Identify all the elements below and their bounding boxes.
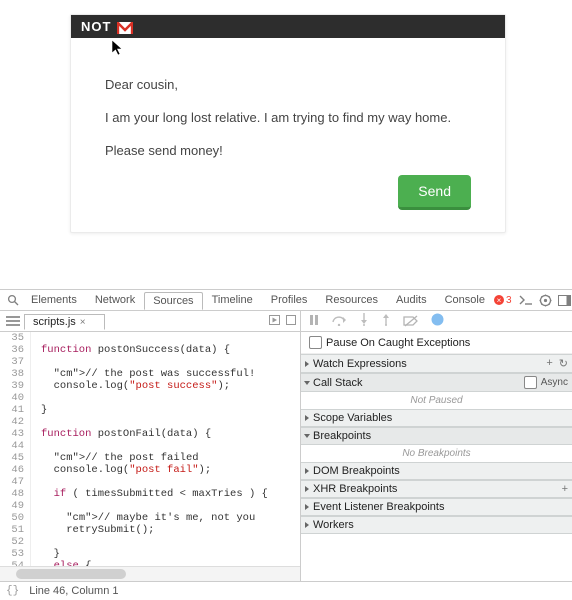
email-body: Dear cousin, I am your long lost relativ… <box>71 38 505 232</box>
cursor-position: Line 46, Column 1 <box>29 585 118 597</box>
panel-xhr-breakpoints[interactable]: XHR Breakpoints + <box>301 480 572 498</box>
sources-left-column: scripts.js × 3536function postOnSuccess(… <box>0 311 301 581</box>
disclosure-triangle-icon <box>305 415 309 421</box>
panel-scope-variables[interactable]: Scope Variables <box>301 409 572 427</box>
tab-resources[interactable]: Resources <box>316 291 387 309</box>
devtools-panel: Elements Network Sources Timeline Profil… <box>0 289 572 600</box>
pause-resume-button[interactable] <box>309 314 319 329</box>
email-line-2: I am your long lost relative. I am tryin… <box>105 109 471 128</box>
gmail-icon <box>117 22 133 34</box>
email-compose-card: NOT Dear cousin, I am your long lost rel… <box>70 14 506 233</box>
tab-audits[interactable]: Audits <box>387 291 436 309</box>
debugger-toolbar <box>301 311 572 332</box>
error-count-badge[interactable]: × 3 <box>494 295 512 306</box>
step-into-button[interactable] <box>359 313 369 329</box>
pretty-print-icon[interactable]: {} <box>6 585 19 597</box>
show-navigator-icon[interactable] <box>6 314 20 328</box>
email-header: NOT <box>71 15 505 38</box>
refresh-watch-icon[interactable]: ↻ <box>559 357 568 370</box>
devtools-status-bar: {} Line 46, Column 1 <box>0 581 572 600</box>
panel-event-listener-breakpoints[interactable]: Event Listener Breakpoints <box>301 498 572 516</box>
error-count: 3 <box>506 295 512 306</box>
deactivate-breakpoints-button[interactable] <box>403 315 419 327</box>
disclosure-triangle-icon <box>305 522 309 528</box>
pause-on-caught-checkbox-row[interactable]: Pause On Caught Exceptions <box>301 332 572 354</box>
panel-watch-expressions[interactable]: Watch Expressions + ↻ <box>301 354 572 373</box>
send-button[interactable]: Send <box>398 175 471 210</box>
disclosure-triangle-icon <box>305 486 309 492</box>
panel-breakpoints[interactable]: Breakpoints <box>301 427 572 445</box>
show-console-icon[interactable] <box>519 293 533 307</box>
code-editor[interactable]: 3536function postOnSuccess(data) {3738 "… <box>0 332 300 566</box>
app-title: NOT <box>81 19 111 34</box>
tab-network[interactable]: Network <box>86 291 144 309</box>
breakpoints-empty-note: No Breakpoints <box>301 445 572 462</box>
devtools-toolbar: Elements Network Sources Timeline Profil… <box>0 290 572 311</box>
tab-elements[interactable]: Elements <box>22 291 86 309</box>
file-more-icon[interactable] <box>286 314 296 328</box>
file-tab-label: scripts.js <box>33 316 76 328</box>
tab-timeline[interactable]: Timeline <box>203 291 262 309</box>
add-xhr-bp-icon[interactable]: + <box>562 483 568 495</box>
inspect-icon[interactable] <box>7 293 19 307</box>
step-over-button[interactable] <box>331 314 347 329</box>
pause-on-caught-label: Pause On Caught Exceptions <box>326 337 470 349</box>
mouse-cursor-icon <box>111 39 125 60</box>
tab-sources[interactable]: Sources <box>144 292 202 310</box>
disclosure-triangle-icon <box>304 434 310 438</box>
panel-call-stack[interactable]: Call Stack Async <box>301 373 572 392</box>
pause-on-caught-checkbox[interactable] <box>309 336 322 349</box>
add-watch-icon[interactable]: + <box>546 357 552 370</box>
scroll-thumb[interactable] <box>16 569 126 579</box>
step-out-button[interactable] <box>381 313 391 329</box>
email-line-3: Please send money! <box>105 142 471 161</box>
file-tab-bar: scripts.js × <box>0 311 300 332</box>
email-line-1: Dear cousin, <box>105 76 471 95</box>
dock-side-icon[interactable] <box>558 293 571 307</box>
tab-profiles[interactable]: Profiles <box>262 291 317 309</box>
call-stack-empty-note: Not Paused <box>301 392 572 409</box>
tab-console[interactable]: Console <box>436 291 494 309</box>
panel-workers[interactable]: Workers <box>301 516 572 534</box>
disclosure-triangle-icon <box>305 468 309 474</box>
run-snippet-icon[interactable] <box>269 314 280 328</box>
debugger-right-column: Pause On Caught Exceptions Watch Express… <box>301 311 572 581</box>
async-checkbox[interactable] <box>524 376 537 389</box>
disclosure-triangle-icon <box>305 361 309 367</box>
disclosure-triangle-icon <box>305 504 309 510</box>
panel-dom-breakpoints[interactable]: DOM Breakpoints <box>301 462 572 480</box>
pause-on-exceptions-button[interactable] <box>431 313 444 329</box>
disclosure-triangle-icon <box>304 381 310 385</box>
file-tab-scripts-js[interactable]: scripts.js × <box>24 314 105 330</box>
horizontal-scrollbar[interactable] <box>0 566 300 581</box>
settings-icon[interactable] <box>539 293 552 307</box>
close-tab-icon[interactable]: × <box>80 317 86 328</box>
